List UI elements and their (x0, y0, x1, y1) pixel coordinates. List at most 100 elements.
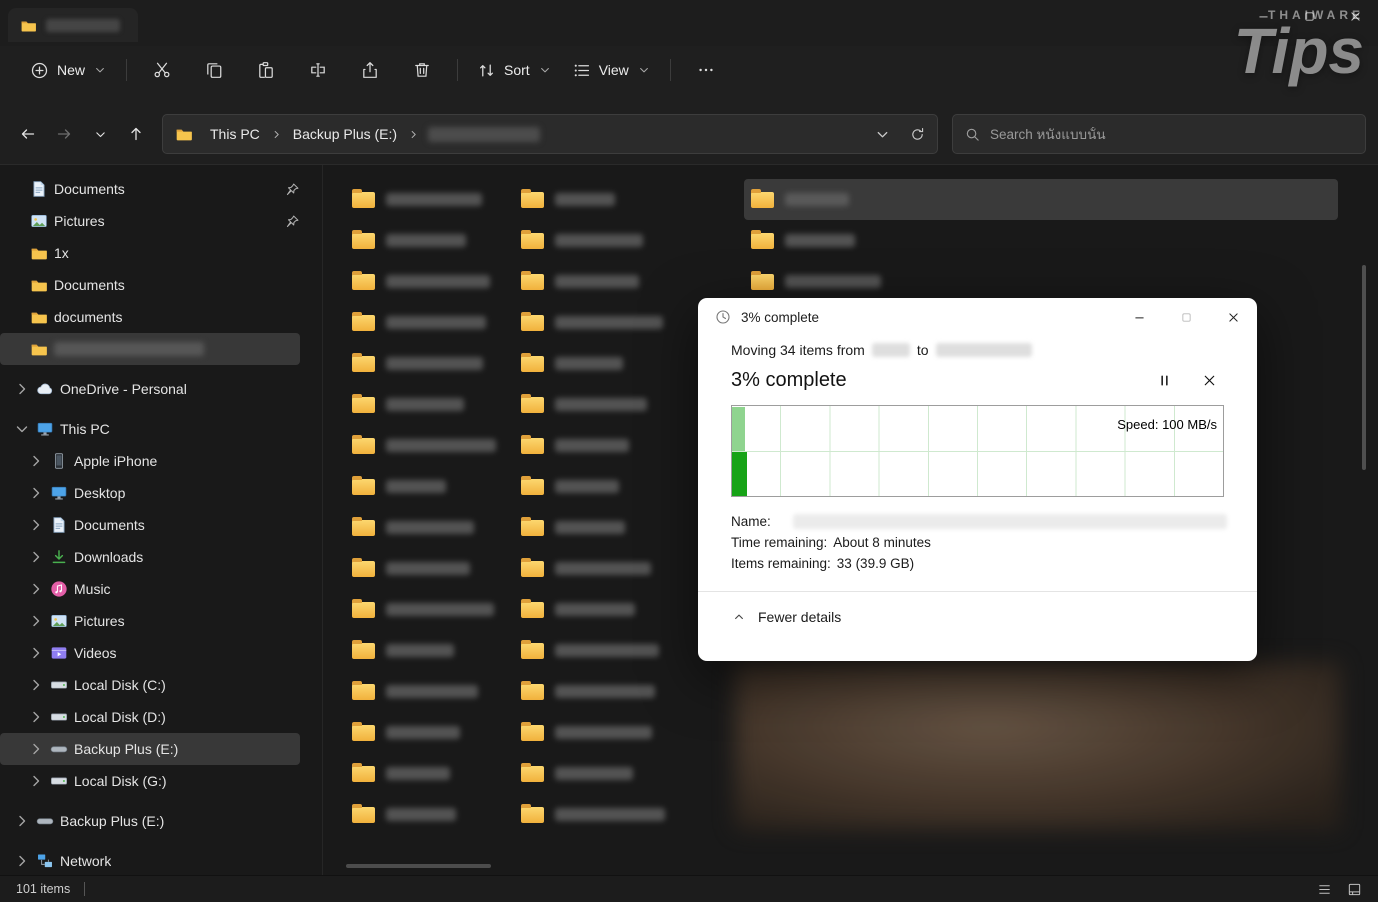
chevron-right-icon[interactable] (28, 741, 44, 757)
file-item[interactable] (345, 507, 514, 548)
paste-button[interactable] (240, 52, 292, 88)
window-close-button[interactable] (1332, 0, 1378, 33)
file-item[interactable] (744, 220, 1338, 261)
file-item[interactable] (345, 343, 514, 384)
file-item[interactable] (514, 712, 744, 753)
breadcrumb-this-pc[interactable]: This PC (204, 123, 266, 145)
file-item[interactable] (345, 630, 514, 671)
sidebar-item-downloads[interactable]: Downloads (0, 541, 300, 573)
chevron-right-icon[interactable] (28, 677, 44, 693)
window-maximize-button[interactable] (1286, 0, 1332, 33)
address-bar[interactable]: This PC Backup Plus (E:) (162, 114, 938, 154)
dialog-minimize-button[interactable] (1116, 298, 1163, 336)
file-item[interactable] (345, 794, 514, 835)
chevron-right-icon[interactable] (14, 853, 30, 869)
cut-button[interactable] (136, 52, 188, 88)
window-minimize-button[interactable] (1240, 0, 1286, 33)
sidebar-item-network[interactable]: Network (0, 845, 300, 875)
sidebar-item-documents[interactable]: Documents (0, 173, 300, 205)
up-button[interactable] (118, 116, 154, 152)
chevron-right-icon[interactable] (14, 813, 30, 829)
file-item[interactable] (345, 384, 514, 425)
sidebar-item-pictures[interactable]: Pictures (0, 205, 300, 237)
rename-button[interactable] (292, 52, 344, 88)
chevron-right-icon[interactable] (28, 549, 44, 565)
file-item[interactable] (345, 671, 514, 712)
file-item[interactable] (514, 794, 744, 835)
sidebar-item-music[interactable]: Music (0, 573, 300, 605)
file-item[interactable] (345, 261, 514, 302)
pause-button[interactable] (1157, 373, 1172, 388)
dialog-maximize-button[interactable] (1163, 298, 1210, 336)
recent-locations-button[interactable] (82, 116, 118, 152)
new-button[interactable]: New (20, 52, 117, 88)
back-button[interactable] (10, 116, 46, 152)
address-dropdown-icon[interactable] (875, 127, 890, 142)
folder-icon (521, 598, 544, 618)
folder-icon (521, 639, 544, 659)
horizontal-scrollbar[interactable] (346, 864, 491, 868)
dialog-titlebar[interactable]: 3% complete (698, 298, 1257, 336)
copy-button[interactable] (188, 52, 240, 88)
sidebar-item-blurred-folder[interactable] (0, 333, 300, 365)
file-item[interactable] (345, 302, 514, 343)
chevron-right-icon[interactable] (28, 485, 44, 501)
search-icon (965, 127, 980, 142)
search-box[interactable] (952, 114, 1366, 154)
file-item[interactable] (345, 425, 514, 466)
chevron-right-icon[interactable] (28, 773, 44, 789)
file-item[interactable] (345, 548, 514, 589)
sidebar-item-backup-plus-e[interactable]: Backup Plus (E:) (0, 733, 300, 765)
sidebar-item-desktop[interactable]: Desktop (0, 477, 300, 509)
chevron-right-icon[interactable] (14, 381, 30, 397)
sidebar-item-onedrive-personal[interactable]: OneDrive - Personal (0, 373, 300, 405)
file-item[interactable] (345, 589, 514, 630)
sidebar-item-documents[interactable]: Documents (0, 269, 300, 301)
details-view-icon[interactable] (1317, 882, 1332, 897)
cancel-button[interactable] (1202, 373, 1217, 388)
refresh-icon[interactable] (910, 127, 925, 142)
sidebar-item-this-pc[interactable]: This PC (0, 413, 300, 445)
file-item[interactable] (345, 753, 514, 794)
chevron-right-icon[interactable] (28, 453, 44, 469)
more-options-button[interactable] (680, 52, 732, 88)
sidebar-item-videos[interactable]: Videos (0, 637, 300, 669)
file-item[interactable] (514, 753, 744, 794)
search-input[interactable] (990, 126, 1353, 142)
sidebar-item-local-disk-c[interactable]: Local Disk (C:) (0, 669, 300, 701)
forward-button[interactable] (46, 116, 82, 152)
file-item[interactable] (744, 179, 1338, 220)
sidebar-item-pictures[interactable]: Pictures (0, 605, 300, 637)
file-item[interactable] (345, 220, 514, 261)
chevron-down-icon[interactable] (14, 421, 30, 437)
dialog-close-button[interactable] (1210, 298, 1257, 336)
chevron-right-icon[interactable] (28, 709, 44, 725)
file-item[interactable] (514, 179, 744, 220)
file-item[interactable] (514, 671, 744, 712)
breadcrumb-backup-plus-e[interactable]: Backup Plus (E:) (287, 123, 403, 145)
explorer-tab[interactable] (8, 8, 138, 42)
sidebar-item-backup-plus-e[interactable]: Backup Plus (E:) (0, 805, 300, 837)
sidebar-item-apple-iphone[interactable]: Apple iPhone (0, 445, 300, 477)
file-item[interactable] (345, 712, 514, 753)
sidebar-item-1x[interactable]: 1x (0, 237, 300, 269)
file-item[interactable] (744, 261, 1338, 302)
file-item[interactable] (345, 179, 514, 220)
delete-button[interactable] (396, 52, 448, 88)
large-icons-view-icon[interactable] (1347, 882, 1362, 897)
file-item[interactable] (514, 261, 744, 302)
sidebar-item-local-disk-g[interactable]: Local Disk (G:) (0, 765, 300, 797)
chevron-right-icon[interactable] (28, 517, 44, 533)
sidebar-item-documents[interactable]: Documents (0, 509, 300, 541)
sidebar-item-documents[interactable]: documents (0, 301, 300, 333)
share-button[interactable] (344, 52, 396, 88)
sort-button[interactable]: Sort (467, 52, 562, 88)
file-item[interactable] (514, 220, 744, 261)
file-item[interactable] (345, 466, 514, 507)
fewer-details-toggle[interactable]: Fewer details (731, 592, 1227, 625)
chevron-right-icon[interactable] (28, 645, 44, 661)
sidebar-item-local-disk-d[interactable]: Local Disk (D:) (0, 701, 300, 733)
chevron-right-icon[interactable] (28, 581, 44, 597)
view-button[interactable]: View (562, 52, 661, 88)
chevron-right-icon[interactable] (28, 613, 44, 629)
